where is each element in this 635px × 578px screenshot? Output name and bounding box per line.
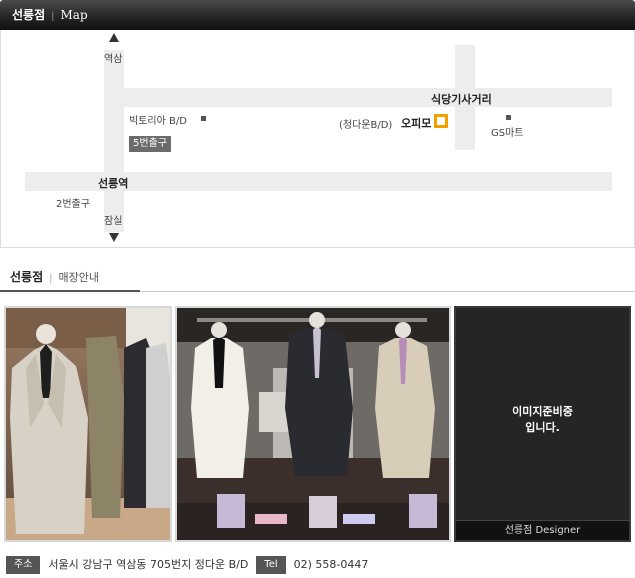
landmark-victoria-marker <box>201 116 206 121</box>
north-arrow-icon <box>109 33 119 42</box>
map-header-subtitle: Map <box>60 8 88 22</box>
map-header-separator: | <box>51 11 55 22</box>
map-header: 선릉점 | Map <box>0 0 635 30</box>
direction-south-label: 잠실 <box>104 216 123 227</box>
intersection-label: 식당기사거리 <box>431 93 492 106</box>
store-header-separator: | <box>49 273 53 284</box>
tel-value: 02) 558-0447 <box>293 558 369 571</box>
location-map: 역삼 잠실 식당기사거리 빅토리아 B/D 5번출구 (청다운B/D) 오피모 … <box>0 30 635 248</box>
road-horizontal-top <box>124 88 612 107</box>
south-arrow-icon <box>109 233 119 242</box>
store-contact-info: 주소 서울시 강남구 역삼동 705번지 정다운 B/D Tel 02) 558-04… <box>6 555 376 575</box>
exit-2-label: 2번출구 <box>56 199 90 210</box>
store-photo-2 <box>175 306 451 542</box>
suit-display-photo <box>6 308 170 540</box>
store-photo-1 <box>4 306 172 542</box>
gs-mart-marker <box>506 115 511 120</box>
address-value: 서울시 강남구 역삼동 705번지 정다운 B/D <box>48 558 249 571</box>
store-location-marker <box>434 114 448 128</box>
store-header-subtitle: 매장안내 <box>58 271 99 284</box>
map-header-title: 선릉점 <box>12 8 46 22</box>
road-vertical-main <box>104 50 124 232</box>
image-pending-message: 이미지준비중 입니다. <box>456 404 629 436</box>
store-header-title: 선릉점 <box>10 270 44 284</box>
store-photo-placeholder: 이미지준비중 입니다. 선릉점 Designer <box>454 306 631 542</box>
store-name-label: 오피모 <box>401 117 432 130</box>
tel-tag: Tel <box>256 556 286 574</box>
store-building-label: (청다운B/D) <box>339 120 393 131</box>
landmark-victoria-label: 빅토리아 B/D <box>129 116 187 127</box>
image-pending-line2: 입니다. <box>525 421 560 434</box>
direction-north-label: 역삼 <box>104 54 123 65</box>
designer-caption: 선릉점 Designer <box>456 520 629 540</box>
image-pending-line1: 이미지준비중 <box>512 405 573 418</box>
station-label: 선릉역 <box>98 177 129 190</box>
gs-mart-label: GS마트 <box>491 128 524 139</box>
shop-window-photo <box>177 308 449 540</box>
exit-5-badge: 5번출구 <box>129 136 171 152</box>
store-section-header: 선릉점 | 매장안내 <box>0 262 635 292</box>
address-tag: 주소 <box>6 556 41 574</box>
store-info-tab[interactable]: 선릉점 | 매장안내 <box>0 262 140 292</box>
